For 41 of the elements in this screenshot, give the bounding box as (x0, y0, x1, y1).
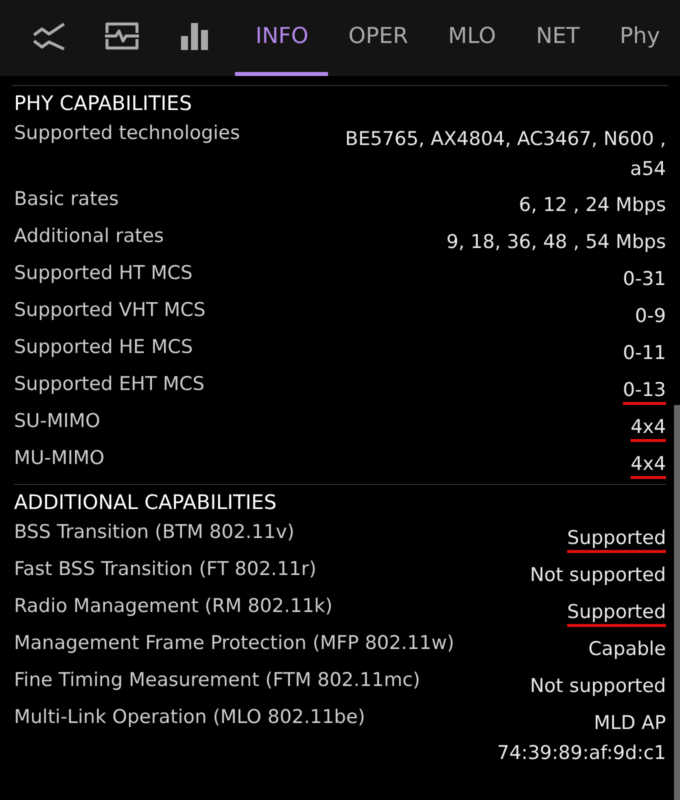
field-label: Supported VHT MCS (14, 298, 206, 323)
field-label: Basic rates (14, 187, 119, 212)
tab[interactable]: Phy (600, 0, 680, 76)
field-label: Supported technologies (14, 121, 240, 146)
section-title: PHY CAPABILITIES (14, 90, 193, 117)
field-label: Supported EHT MCS (14, 372, 205, 397)
field-value: 0-9 (634, 304, 666, 329)
field-value: Supported (567, 526, 666, 551)
field-value: 6, 12 , 24 Mbps (518, 193, 666, 218)
field-label: Supported HT MCS (14, 261, 193, 286)
field-label: Fast BSS Transition (FT 802.11r) (14, 557, 316, 582)
field-label: Radio Management (RM 802.11k) (14, 594, 333, 619)
field-value: Supported (567, 600, 666, 625)
pulse-icon (104, 21, 140, 51)
waves-icon (32, 21, 66, 51)
field-value: 4x4 (630, 452, 666, 477)
field-value: 9, 18, 36, 48 , 54 Mbps (446, 230, 666, 255)
tab[interactable]: INFO (235, 0, 328, 76)
field-label: Additional rates (14, 224, 164, 249)
section-title: ADDITIONAL CAPABILITIES (14, 489, 278, 516)
field-label: Multi-Link Operation (MLO 802.11be) (14, 705, 366, 730)
field-label: Fine Timing Measurement (FTM 802.11mc) (14, 668, 420, 693)
field-value: 0-11 (622, 341, 666, 366)
field-label: Supported HE MCS (14, 335, 193, 360)
tab[interactable]: OPER (328, 0, 428, 76)
field-value: 0-13 (622, 378, 666, 403)
field-label: Management Frame Protection (MFP 802.11w) (14, 631, 454, 656)
field-value: MLD AP (594, 711, 666, 736)
tab[interactable]: NET (516, 0, 600, 76)
field-label: MU-MIMO (14, 446, 105, 471)
field-label: BSS Transition (BTM 802.11v) (14, 520, 294, 545)
field-value: BE5765, AX4804, AC3467, N600 , a54 (344, 127, 666, 182)
field-value: Capable (588, 637, 666, 662)
field-value: 4x4 (630, 415, 666, 440)
field-value: Not supported (530, 563, 666, 588)
tab[interactable]: MLO (428, 0, 516, 76)
bar-chart-icon (180, 22, 210, 50)
field-value: 74:39:89:af:9d:c1 (497, 741, 666, 766)
field-label: SU-MIMO (14, 409, 100, 434)
field-value: 0-31 (622, 267, 666, 292)
field-value: Not supported (530, 674, 666, 699)
